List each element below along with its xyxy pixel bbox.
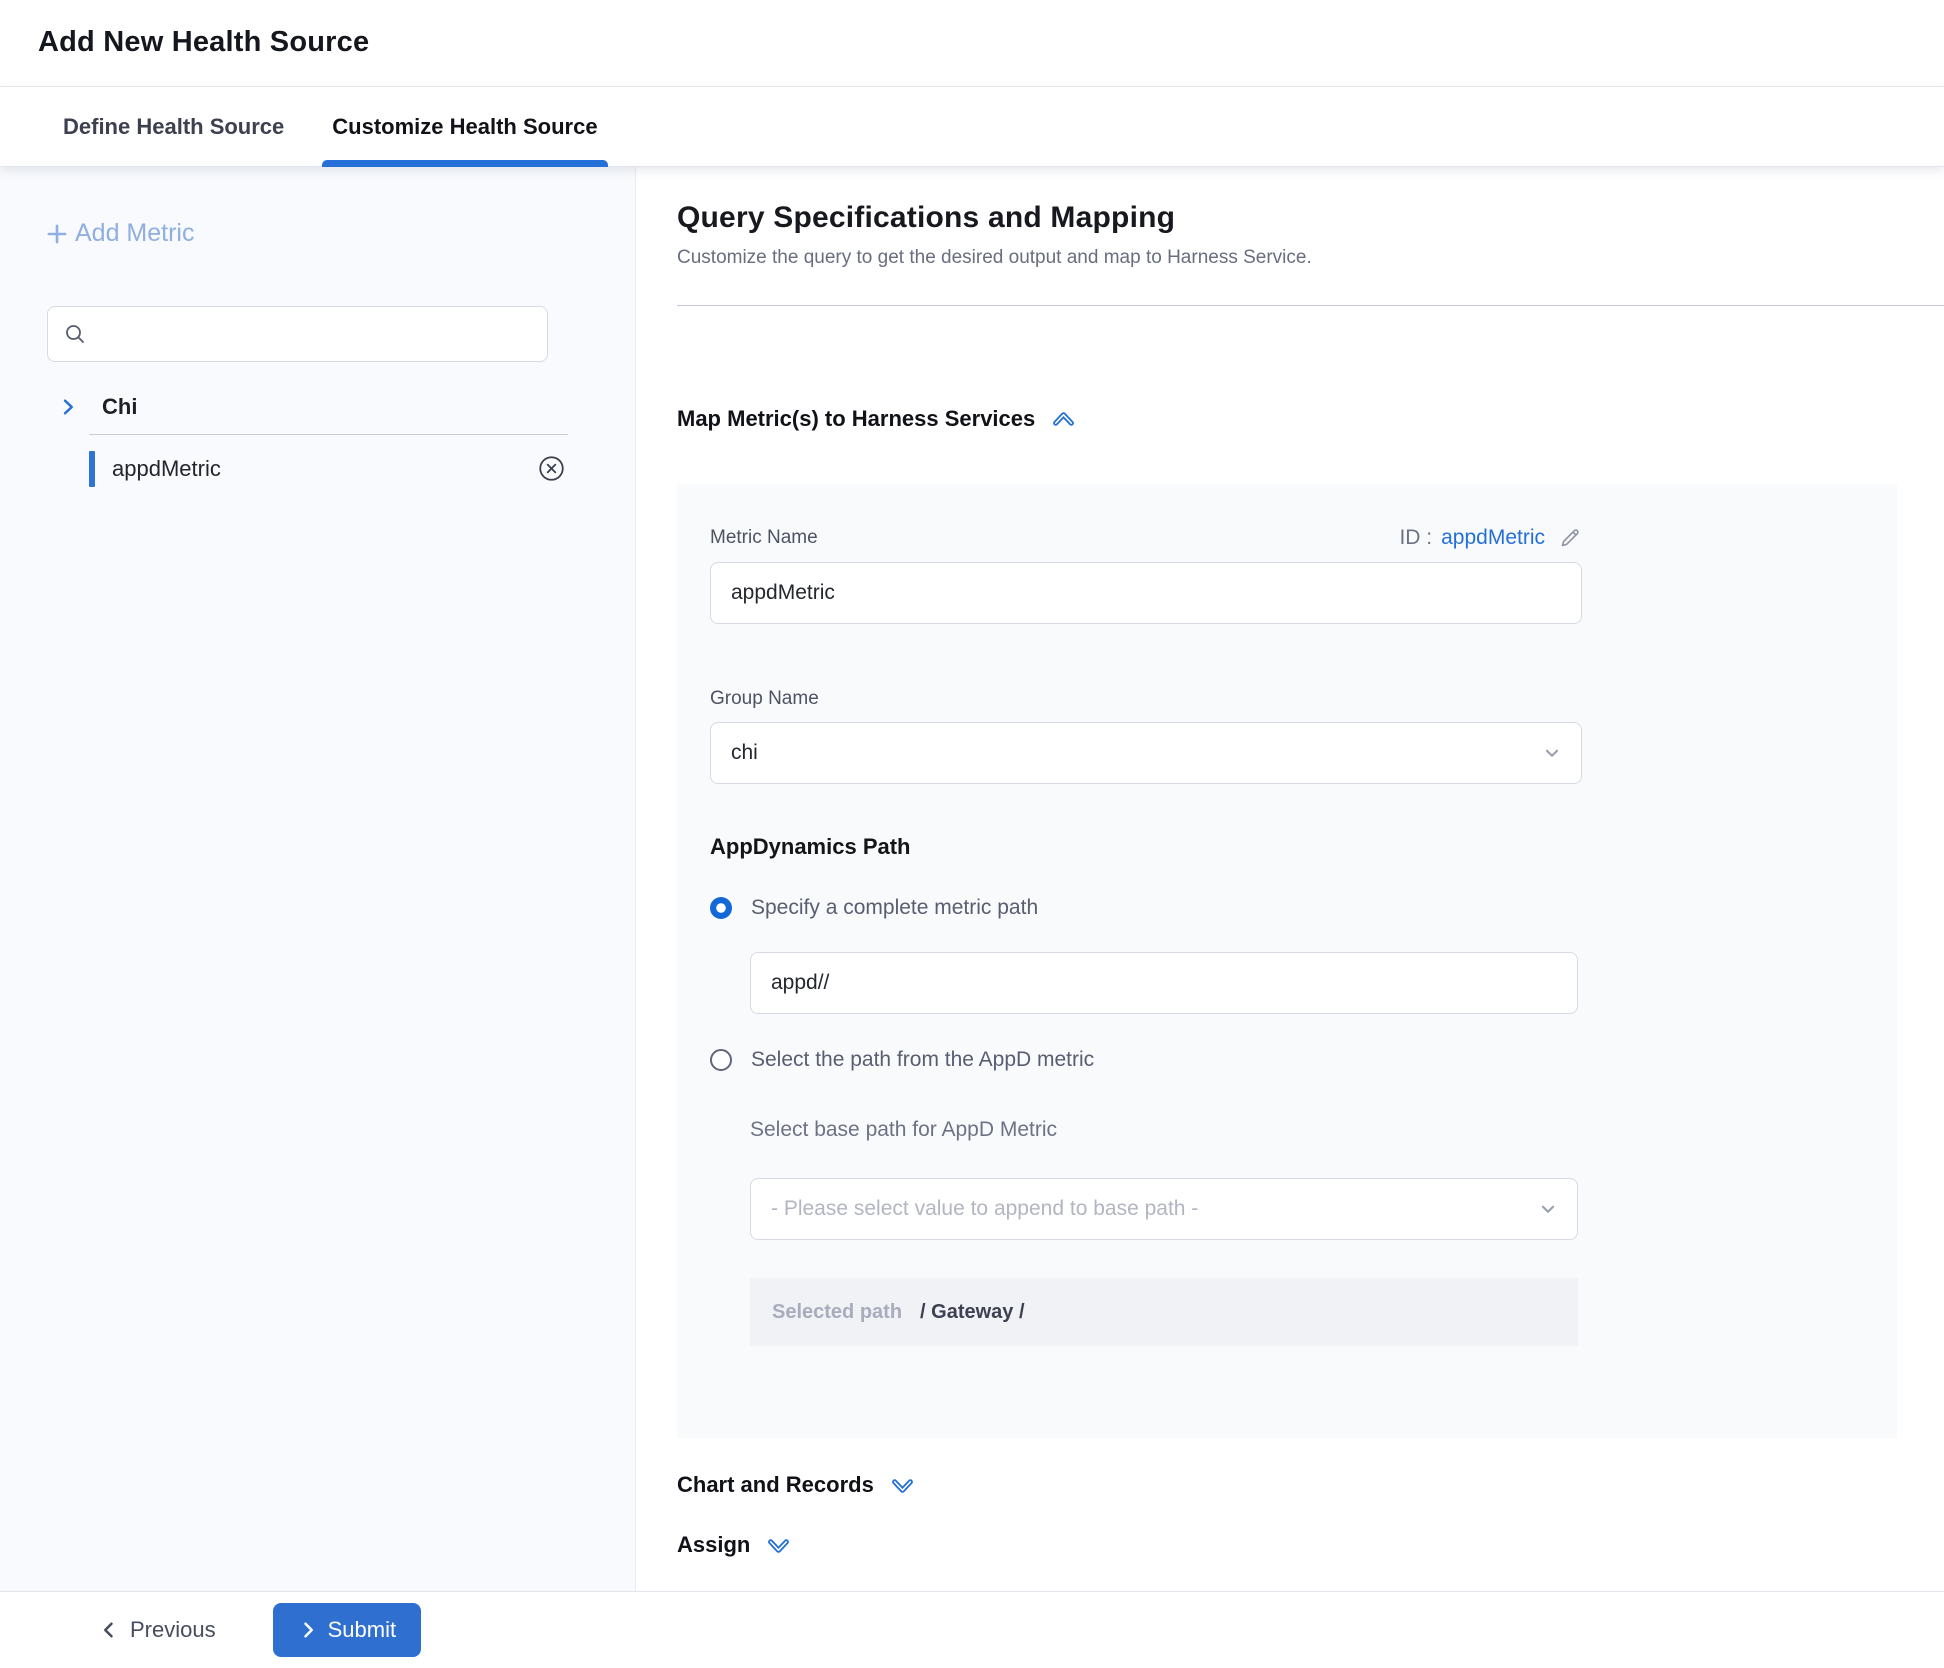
appdynamics-path-heading: AppDynamics Path (710, 834, 1864, 860)
chevron-down-icon (1537, 1198, 1559, 1220)
add-metric-button[interactable]: Add Metric (44, 219, 194, 248)
dialog-footer: Previous Submit (0, 1591, 1944, 1668)
radio-complete-metric-path[interactable]: Specify a complete metric path (710, 896, 1864, 920)
delete-metric-icon[interactable] (538, 455, 565, 482)
metric-group-chi[interactable]: Chi (0, 394, 635, 420)
query-specifications-panel: Query Specifications and Mapping Customi… (636, 167, 1944, 1591)
metric-name-label: Metric Name (710, 527, 818, 549)
metric-id-prefix: ID : (1399, 526, 1432, 550)
add-health-source-dialog: Add New Health Source Define Health Sour… (0, 0, 1944, 1668)
radio-select-path-label: Select the path from the AppD metric (751, 1048, 1094, 1072)
radio-unselected-icon[interactable] (710, 1049, 732, 1071)
tab-define-label: Define Health Source (63, 114, 284, 140)
group-name-value: chi (731, 741, 758, 765)
tab-customize-health-source[interactable]: Customize Health Source (322, 87, 607, 166)
metric-id-row: ID : appdMetric (1399, 526, 1582, 550)
previous-button[interactable]: Previous (99, 1617, 216, 1643)
previous-button-label: Previous (130, 1617, 216, 1643)
map-metrics-section-title: Map Metric(s) to Harness Services (677, 406, 1035, 432)
submit-button[interactable]: Submit (273, 1603, 421, 1657)
metric-search-input[interactable] (47, 306, 548, 362)
selected-path-strip: Selected path / Gateway / (750, 1278, 1578, 1346)
page-title: Add New Health Source (38, 26, 1944, 59)
chevron-down-icon[interactable] (890, 1473, 915, 1498)
tab-customize-label: Customize Health Source (332, 114, 597, 140)
metric-search (47, 306, 548, 362)
chart-and-records-section-header[interactable]: Chart and Records (677, 1472, 1944, 1498)
section-heading: Query Specifications and Mapping (677, 201, 1944, 235)
base-path-label: Select base path for AppD Metric (750, 1118, 1864, 1142)
metric-list-item-appdmetric[interactable]: appdMetric (0, 435, 635, 503)
selected-path-value: / Gateway / (920, 1301, 1025, 1324)
radio-complete-metric-path-label: Specify a complete metric path (751, 896, 1038, 920)
add-metric-label: Add Metric (75, 219, 194, 248)
radio-select-path-from-appd[interactable]: Select the path from the AppD metric (710, 1048, 1864, 1072)
base-path-select[interactable]: - Please select value to append to base … (750, 1178, 1578, 1240)
group-name-select[interactable]: chi (710, 722, 1582, 784)
health-source-tabs: Define Health Source Customize Health So… (0, 87, 1944, 167)
dialog-header: Add New Health Source (0, 0, 1944, 87)
radio-selected-icon[interactable] (710, 897, 732, 919)
submit-button-label: Submit (328, 1617, 396, 1643)
assign-title: Assign (677, 1532, 750, 1558)
assign-section-header[interactable]: Assign (677, 1532, 1944, 1558)
chart-and-records-title: Chart and Records (677, 1472, 874, 1498)
chevron-down-icon[interactable] (766, 1533, 791, 1558)
selected-metric-indicator (89, 451, 95, 487)
map-metrics-section-header[interactable]: Map Metric(s) to Harness Services (677, 406, 1944, 432)
section-subheading: Customize the query to get the desired o… (677, 247, 1944, 269)
chevron-down-icon (1541, 742, 1563, 764)
metric-name-input[interactable] (710, 562, 1582, 624)
chevron-right-icon (298, 1620, 318, 1640)
dialog-body: Add Metric Chi appdMetric (0, 167, 1944, 1591)
heading-divider (677, 305, 1944, 306)
chevron-right-icon[interactable] (58, 397, 78, 417)
edit-id-icon[interactable] (1558, 526, 1582, 550)
metric-name-label-row: Metric Name ID : appdMetric (710, 526, 1582, 550)
chevron-up-icon[interactable] (1051, 407, 1076, 432)
metric-id-link[interactable]: appdMetric (1441, 526, 1545, 550)
complete-metric-path-input[interactable] (750, 952, 1578, 1014)
search-icon (63, 322, 87, 346)
map-metrics-form: Metric Name ID : appdMetric Group Name c… (677, 484, 1897, 1438)
metric-item-label: appdMetric (112, 456, 538, 482)
chevron-left-icon (99, 1620, 119, 1640)
base-path-placeholder: - Please select value to append to base … (771, 1197, 1198, 1221)
metric-group-label: Chi (102, 394, 137, 420)
plus-icon (44, 221, 70, 247)
metrics-sidebar: Add Metric Chi appdMetric (0, 167, 636, 1591)
tab-define-health-source[interactable]: Define Health Source (53, 87, 294, 166)
group-name-label: Group Name (710, 688, 1864, 710)
selected-path-label: Selected path (772, 1301, 902, 1324)
